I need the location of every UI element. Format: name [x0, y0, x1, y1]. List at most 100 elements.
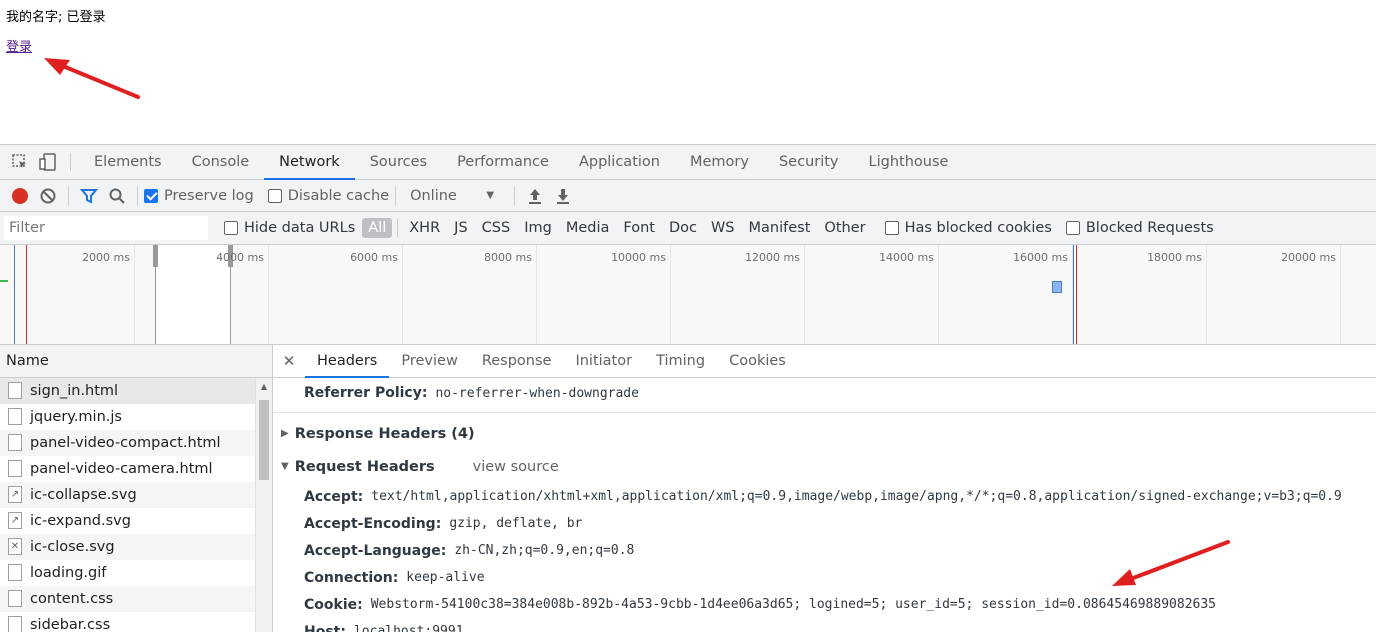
login-link[interactable]: 登录	[6, 36, 32, 55]
document-icon	[8, 382, 22, 399]
header-value: Webstorm-54100c38=384e008b-892b-4a53-9cb…	[370, 597, 1216, 612]
disable-cache-checkbox[interactable]: Disable cache	[267, 188, 389, 204]
tab-network[interactable]: Network	[264, 145, 355, 180]
request-row[interactable]: ↗ ic-expand.svg	[0, 508, 255, 534]
response-headers-label: Response Headers (4)	[294, 425, 475, 442]
overview-grid-line	[1072, 245, 1073, 344]
detail-tab-response[interactable]: Response	[470, 345, 564, 377]
request-row[interactable]: content.css	[0, 586, 255, 612]
request-name: panel-video-camera.html	[30, 460, 213, 477]
type-filter-all[interactable]: All	[362, 218, 393, 238]
load-event-line	[26, 245, 27, 344]
detail-tab-preview[interactable]: Preview	[389, 345, 469, 377]
dom-content-loaded-line	[14, 245, 15, 344]
document-icon	[8, 460, 22, 477]
tab-application[interactable]: Application	[564, 145, 675, 179]
scroll-up-arrow-icon[interactable]: ▲	[256, 378, 272, 395]
request-row[interactable]: jquery.min.js	[0, 404, 255, 430]
document-icon	[8, 564, 22, 581]
preserve-log-check-icon[interactable]	[144, 188, 158, 203]
clear-icon[interactable]	[34, 182, 62, 210]
import-har-icon[interactable]	[521, 182, 549, 210]
type-filter-js[interactable]: JS	[448, 218, 473, 238]
blocked-requests-check-icon[interactable]	[1065, 221, 1080, 235]
network-filterbar: Hide data URLs All XHRJSCSSImgMediaFontDo…	[0, 212, 1376, 245]
header-name: Accept:	[304, 488, 364, 505]
request-list: Name sign_in.html jquery.min.js panel-vide…	[0, 345, 273, 632]
header-value: keep-alive	[406, 570, 485, 585]
type-filter-manifest[interactable]: Manifest	[743, 218, 817, 238]
overview-grid-line	[804, 245, 805, 344]
request-row[interactable]: sidebar.css	[0, 612, 255, 632]
overview-tick-label: 10000 ms	[611, 251, 666, 264]
type-filter-img[interactable]: Img	[518, 218, 558, 238]
referrer-policy-name: Referrer Policy:	[304, 385, 428, 401]
overview-tick-label: 18000 ms	[1147, 251, 1202, 264]
tab-memory[interactable]: Memory	[675, 145, 764, 179]
export-har-icon[interactable]	[549, 182, 577, 210]
network-toolbar: Preserve log Disable cache Online ▼	[0, 180, 1376, 212]
network-overview-timeline[interactable]: 2000 ms 4000 ms 6000 ms 8000 ms 10000 ms 1200…	[0, 245, 1376, 345]
disable-cache-check-icon[interactable]	[267, 188, 282, 203]
detail-tabbar: ✕ Headers Preview Response Initiator Timing C…	[273, 345, 1376, 378]
type-filter-ws[interactable]: WS	[705, 218, 741, 238]
view-source-link[interactable]: view source	[473, 459, 559, 475]
request-row[interactable]: sign_in.html	[0, 378, 255, 404]
load-event-line-2	[1076, 245, 1077, 344]
hide-data-urls-checkbox[interactable]: Hide data URLs	[224, 220, 355, 236]
referrer-policy-value: no-referrer-when-downgrade	[435, 385, 639, 401]
tab-elements[interactable]: Elements	[79, 145, 177, 179]
tab-sources[interactable]: Sources	[355, 145, 442, 179]
request-name: ic-close.svg	[30, 538, 115, 555]
name-column-header[interactable]: Name	[0, 345, 272, 378]
detail-tab-initiator[interactable]: Initiator	[563, 345, 644, 377]
tab-lighthouse[interactable]: Lighthouse	[854, 145, 964, 179]
detail-tab-timing[interactable]: Timing	[644, 345, 717, 377]
throttling-select[interactable]: Online ▼	[402, 188, 502, 204]
type-filter-media[interactable]: Media	[560, 218, 616, 238]
image-icon: ↗	[8, 512, 22, 529]
header-name: Host:	[304, 623, 346, 632]
request-row[interactable]: panel-video-camera.html	[0, 456, 255, 482]
preserve-log-checkbox[interactable]: Preserve log	[144, 188, 254, 204]
type-filter-css[interactable]: CSS	[476, 218, 517, 238]
has-blocked-cookies-checkbox[interactable]: Has blocked cookies	[884, 220, 1052, 236]
type-filter-font[interactable]: Font	[617, 218, 661, 238]
devtools-panel: Elements Console Network Sources Performance…	[0, 144, 1376, 632]
scroll-thumb[interactable]	[259, 400, 269, 480]
document-icon	[8, 616, 22, 632]
request-headers-toggle[interactable]: ▼ Request Headers view source	[273, 450, 1376, 483]
triangle-right-icon: ▶	[281, 428, 289, 439]
hide-data-urls-check-icon[interactable]	[224, 221, 238, 235]
overview-left-handle[interactable]	[153, 245, 158, 267]
search-icon[interactable]	[103, 182, 131, 210]
request-row[interactable]: ✕ ic-close.svg	[0, 534, 255, 560]
tab-performance[interactable]: Performance	[442, 145, 564, 179]
type-filter-doc[interactable]: Doc	[663, 218, 703, 238]
detail-tab-cookies[interactable]: Cookies	[717, 345, 798, 377]
device-toolbar-icon[interactable]	[34, 145, 62, 179]
tab-security[interactable]: Security	[764, 145, 854, 179]
overview-tick-label: 8000 ms	[484, 251, 532, 264]
tab-console[interactable]: Console	[177, 145, 265, 179]
has-blocked-cookies-check-icon[interactable]	[884, 221, 899, 235]
request-row[interactable]: loading.gif	[0, 560, 255, 586]
response-headers-toggle[interactable]: ▶ Response Headers (4)	[273, 417, 1376, 450]
blocked-requests-label: Blocked Requests	[1085, 220, 1214, 236]
record-icon[interactable]	[6, 182, 34, 210]
request-row[interactable]: panel-video-compact.html	[0, 430, 255, 456]
dom-content-loaded-line-2	[1073, 245, 1074, 344]
request-list-scrollbar[interactable]: ▲	[255, 378, 272, 632]
overview-tick-label: 16000 ms	[1013, 251, 1068, 264]
close-icon[interactable]: ✕	[273, 345, 305, 377]
filter-icon[interactable]	[75, 182, 103, 210]
triangle-down-icon: ▼	[281, 461, 289, 472]
detail-tab-headers[interactable]: Headers	[305, 345, 390, 378]
blocked-requests-checkbox[interactable]: Blocked Requests	[1065, 220, 1214, 236]
overview-grid-line	[670, 245, 671, 344]
type-filter-xhr[interactable]: XHR	[403, 218, 446, 238]
type-filter-other[interactable]: Other	[818, 218, 871, 238]
inspect-element-icon[interactable]	[6, 145, 34, 179]
filter-input[interactable]	[4, 216, 208, 240]
request-row[interactable]: ↗ ic-collapse.svg	[0, 482, 255, 508]
